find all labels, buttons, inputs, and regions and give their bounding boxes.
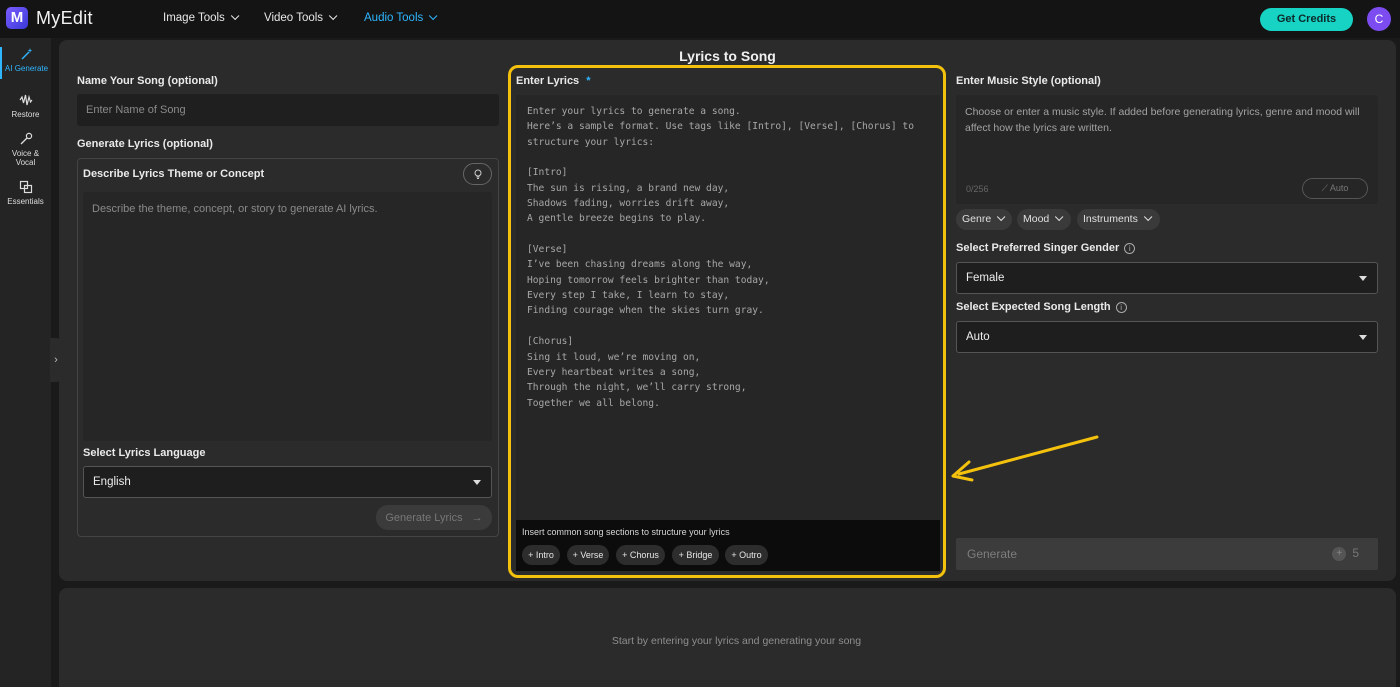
song-length-label-text: Select Expected Song Length <box>956 301 1111 313</box>
result-hint: Start by entering your lyrics and genera… <box>611 635 862 647</box>
chevron-right-icon: › <box>54 354 58 366</box>
music-style-label: Enter Music Style (optional) <box>956 75 1101 87</box>
generate-lyrics-label: Generate Lyrics (optional) <box>77 138 213 150</box>
credit-cost: +5 <box>1332 546 1359 561</box>
generate-lyrics-button-label: Generate Lyrics <box>385 511 463 524</box>
chevron-down-icon <box>429 11 438 21</box>
dropdown-caret-icon <box>1359 335 1367 340</box>
copy-icon <box>19 180 33 194</box>
song-name-placeholder: Enter Name of Song <box>86 104 186 116</box>
top-bar: M MyEdit Image Tools Video Tools Audio T… <box>0 0 1400 38</box>
genre-label: Genre <box>962 213 992 225</box>
language-select[interactable]: English <box>83 466 492 498</box>
rail-item-label-line2: Vocal <box>15 158 36 167</box>
get-credits-button[interactable]: Get Credits <box>1260 8 1353 31</box>
avatar[interactable]: C <box>1367 7 1391 31</box>
chevron-down-icon <box>1143 212 1153 222</box>
waveform-icon <box>19 93 33 107</box>
nav-image-tools[interactable]: Image Tools <box>163 11 240 24</box>
dropdown-caret-icon <box>473 480 481 485</box>
chevron-down-icon <box>1055 212 1064 222</box>
nav-audio-tools[interactable]: Audio Tools <box>364 11 438 24</box>
generate-button[interactable]: Generate +5 <box>956 538 1378 570</box>
language-value: English <box>93 476 131 488</box>
logo-icon[interactable]: M <box>6 7 28 29</box>
rail-item-label: Essentials <box>7 197 44 206</box>
rail-item-label: Restore <box>11 110 40 119</box>
song-length-value: Auto <box>966 331 990 343</box>
auto-style-button-label: Auto <box>1329 183 1349 193</box>
nav-video-tools[interactable]: Video Tools <box>264 11 338 24</box>
mood-label: Mood <box>1023 213 1050 225</box>
song-length-select[interactable]: Auto <box>956 321 1378 353</box>
rail-item-label: AI Generate <box>4 64 49 73</box>
language-label: Select Lyrics Language <box>83 447 206 459</box>
sections-hint: Insert common song sections to structure… <box>522 527 730 537</box>
dropdown-caret-icon <box>1359 276 1367 281</box>
lightbulb-icon <box>474 169 481 179</box>
generate-lyrics-button[interactable]: Generate Lyrics → <box>376 505 492 530</box>
music-style-placeholder: Choose or enter a music style. If added … <box>965 106 1360 134</box>
info-icon[interactable]: i <box>1115 301 1127 313</box>
enter-lyrics-label: Enter Lyrics * <box>516 75 591 87</box>
chevron-down-icon <box>328 11 338 21</box>
nav-video-tools-label: Video Tools <box>264 12 324 24</box>
magic-wand-icon: ⟋ <box>1321 183 1328 193</box>
chip-chorus[interactable]: + Chorus <box>616 545 665 565</box>
nav-image-tools-label: Image Tools <box>163 12 225 24</box>
chip-verse[interactable]: + Verse <box>567 545 609 565</box>
magic-wand-icon <box>20 47 34 61</box>
inspiration-button[interactable] <box>463 163 492 185</box>
instruments-dropdown[interactable]: Instruments <box>1077 209 1160 230</box>
rail-item-label-line1: Voice & <box>11 149 40 158</box>
generate-button-label: Generate <box>967 547 1018 561</box>
chevron-down-icon <box>230 11 240 21</box>
instruments-label: Instruments <box>1083 213 1138 225</box>
rail-item-ai-generate[interactable]: AI Generate <box>0 47 51 79</box>
rail-item-essentials[interactable]: Essentials <box>0 180 51 206</box>
required-mark: * <box>586 75 591 87</box>
enter-lyrics-label-text: Enter Lyrics <box>516 75 580 87</box>
singer-gender-value: Female <box>966 272 1005 284</box>
chevron-down-icon <box>997 212 1006 222</box>
auto-style-button[interactable]: ⟋ Auto <box>1302 178 1368 199</box>
singer-gender-select[interactable]: Female <box>956 262 1378 294</box>
chip-intro[interactable]: + Intro <box>522 545 560 565</box>
singer-gender-label: Select Preferred Singer Gender i <box>956 242 1136 254</box>
theme-placeholder: Describe the theme, concept, or story to… <box>92 203 378 215</box>
rail-item-restore[interactable]: Restore <box>0 93 51 119</box>
pointer-arrow-icon <box>951 435 1099 482</box>
app-name[interactable]: MyEdit <box>36 8 93 29</box>
mood-dropdown[interactable]: Mood <box>1017 209 1071 230</box>
singer-gender-label-text: Select Preferred Singer Gender <box>956 242 1120 254</box>
theme-label: Describe Lyrics Theme or Concept <box>83 168 265 180</box>
credit-coin-icon: + <box>1332 546 1347 561</box>
credit-cost-value: 5 <box>1352 546 1359 560</box>
song-name-input[interactable]: Enter Name of Song <box>77 94 499 126</box>
info-icon[interactable]: i <box>1124 242 1136 254</box>
song-length-label: Select Expected Song Length i <box>956 301 1127 313</box>
chip-bridge[interactable]: + Bridge <box>672 545 719 565</box>
arrow-right-icon: → <box>471 511 483 524</box>
theme-textarea[interactable]: Describe the theme, concept, or story to… <box>83 192 492 441</box>
rail-item-voice-vocal[interactable]: Voice & Vocal <box>0 132 51 167</box>
page-title: Lyrics to Song <box>679 48 776 64</box>
genre-dropdown[interactable]: Genre <box>956 209 1012 230</box>
char-counter: 0/256 <box>966 184 989 194</box>
chip-outro[interactable]: + Outro <box>725 545 768 565</box>
nav-audio-tools-label: Audio Tools <box>364 12 424 24</box>
lyrics-placeholder: Enter your lyrics to generate a song. He… <box>527 106 914 409</box>
voice-icon <box>19 132 33 146</box>
song-name-label: Name Your Song (optional) <box>77 75 218 87</box>
